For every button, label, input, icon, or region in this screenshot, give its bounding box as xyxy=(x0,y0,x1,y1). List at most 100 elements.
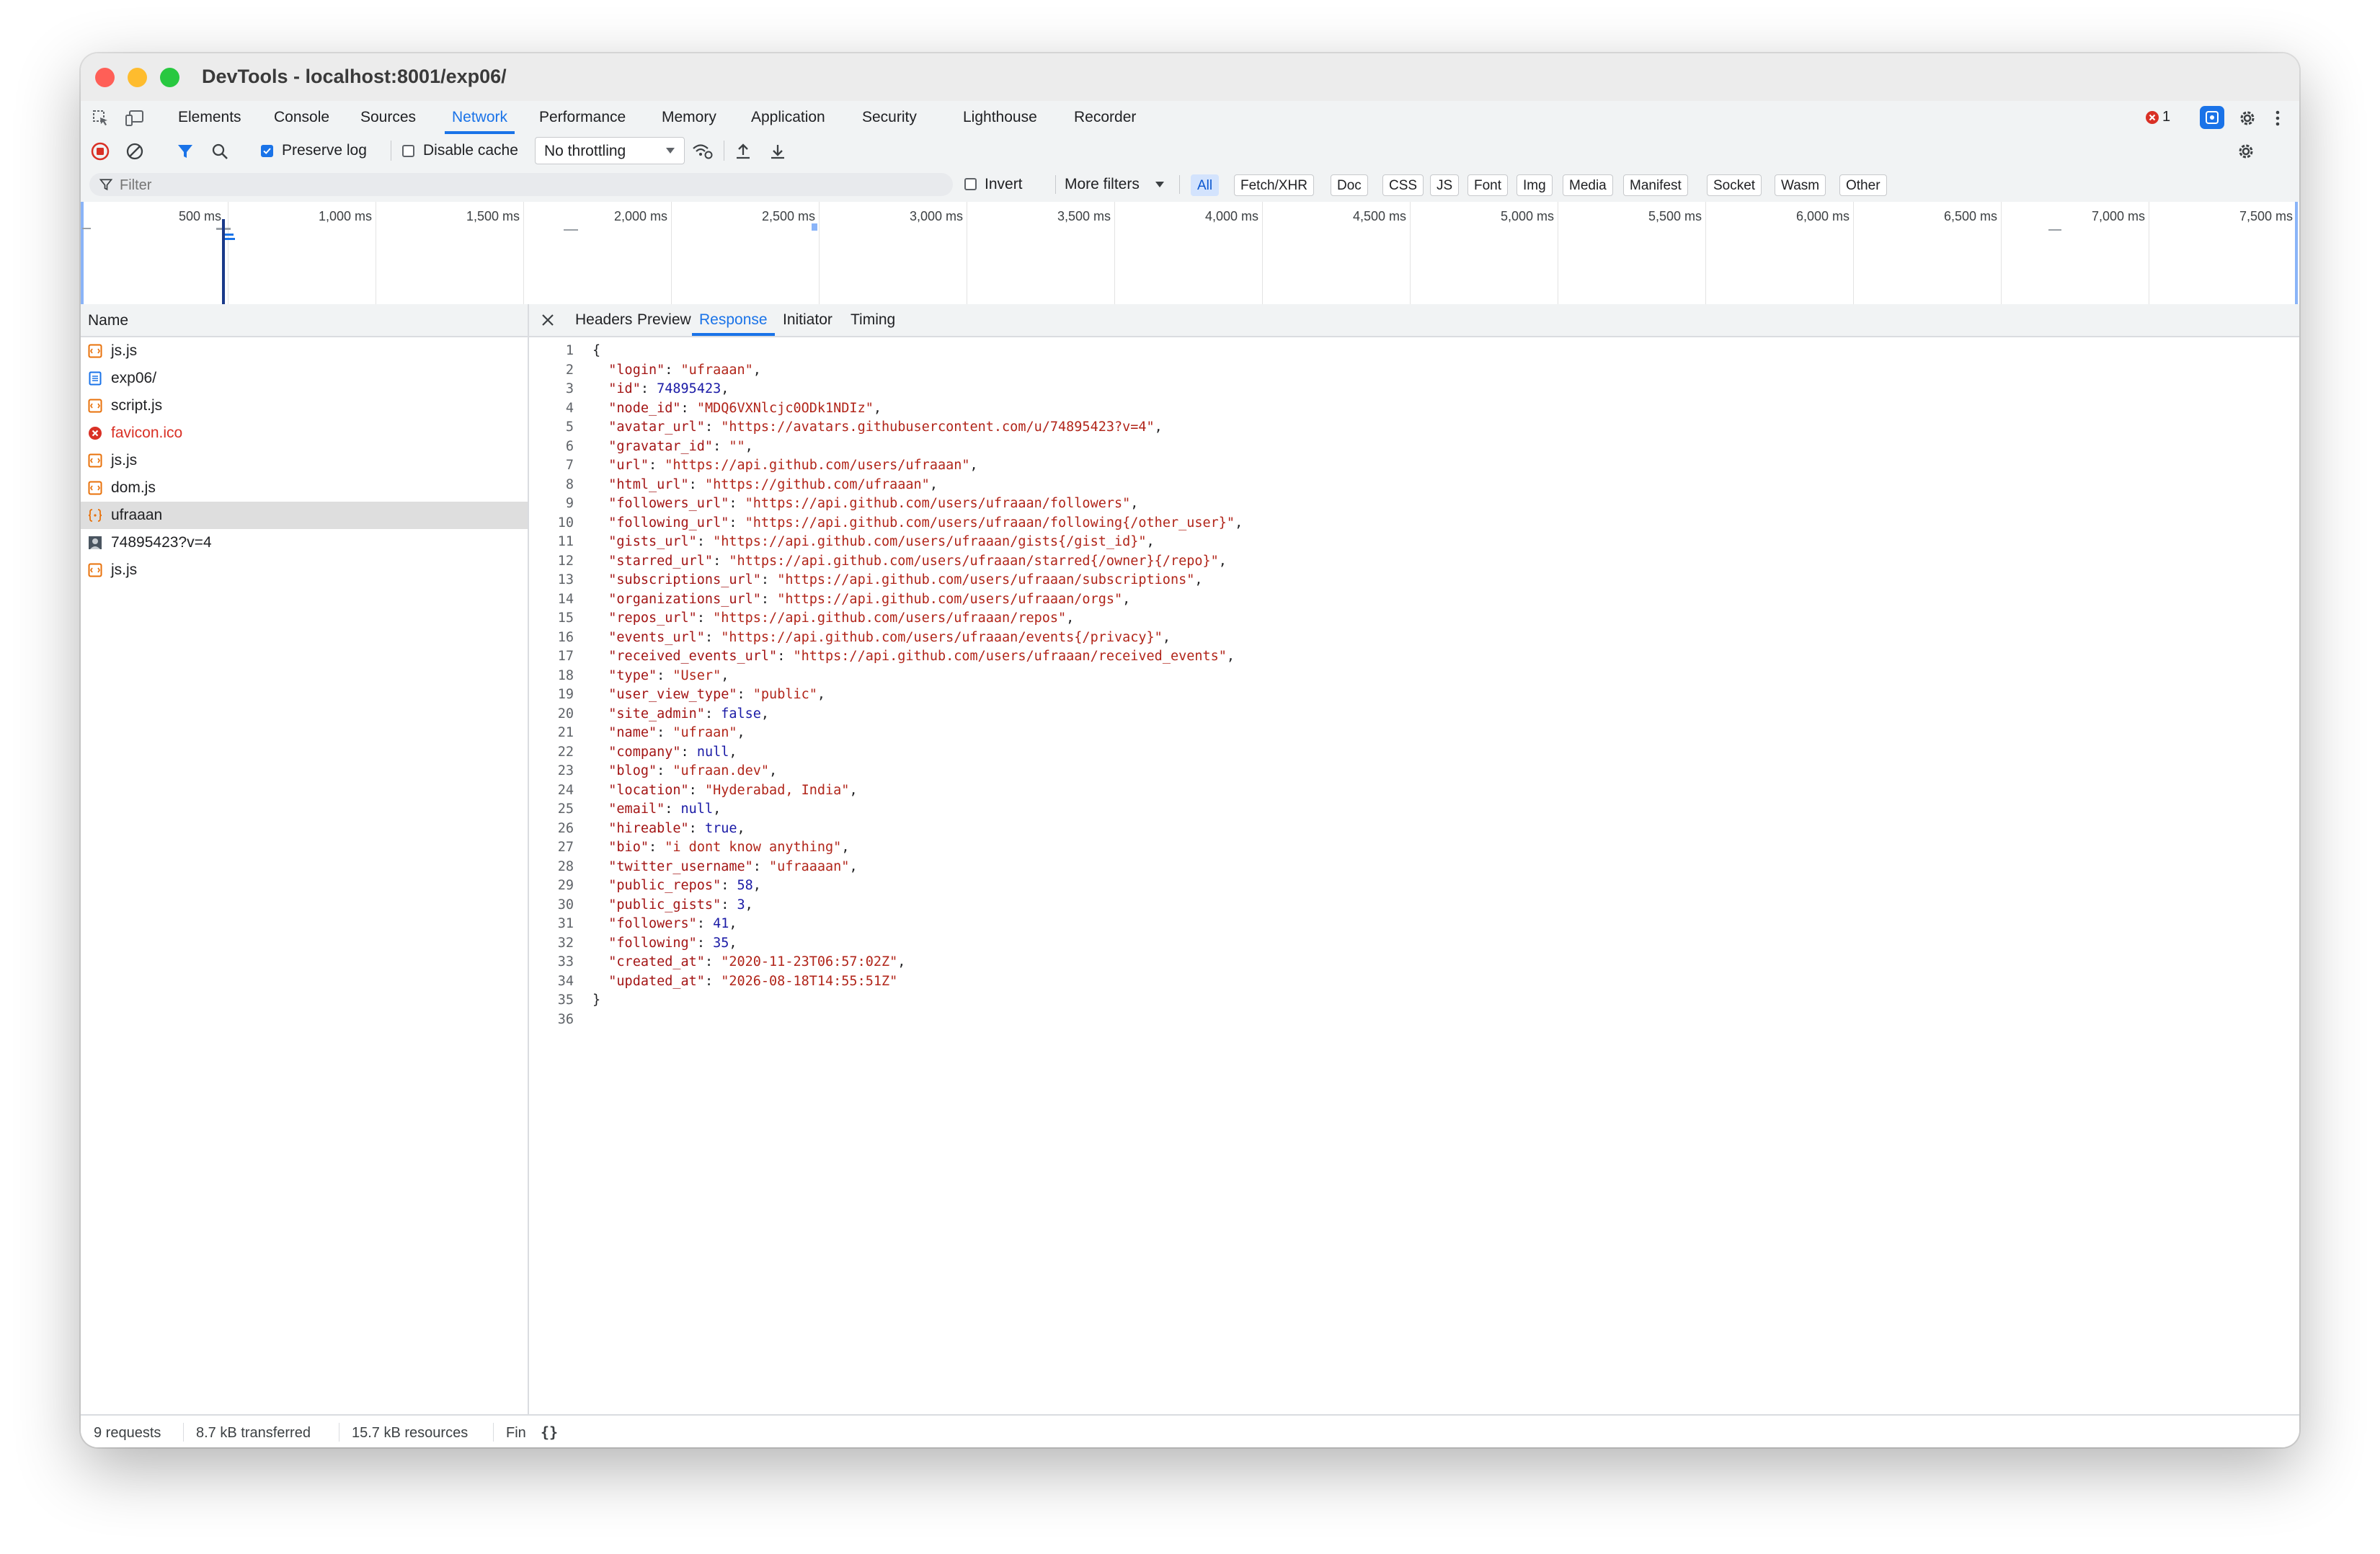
preserve-log-checkbox[interactable] xyxy=(261,145,273,157)
json-key: "following" xyxy=(608,936,697,951)
error-count[interactable]: 1 xyxy=(2162,109,2170,125)
transferred-size: 8.7 kB transferred xyxy=(196,1425,311,1441)
tab-sources[interactable]: Sources xyxy=(360,101,416,134)
type-filter-img[interactable]: Img xyxy=(1517,174,1553,196)
tab-console[interactable]: Console xyxy=(274,101,329,134)
ai-assistance-icon[interactable] xyxy=(2200,106,2224,129)
clear-log-icon[interactable] xyxy=(125,142,144,161)
device-toolbar-icon[interactable] xyxy=(124,108,146,128)
request-row[interactable]: dom.js xyxy=(81,474,528,502)
tab-lighthouse[interactable]: Lighthouse xyxy=(963,101,1037,134)
invert-checkbox[interactable] xyxy=(964,178,977,190)
json-value: "https://api.github.com/users/ufraaan" xyxy=(665,458,970,473)
line-number: 5 xyxy=(565,419,574,435)
line-number: 14 xyxy=(557,592,574,607)
timeline-tick-label: 6,000 ms xyxy=(1796,209,1850,223)
json-key: "user_view_type" xyxy=(608,687,737,702)
more-filters-button[interactable]: More filters xyxy=(1065,176,1140,193)
settings-gear-icon[interactable] xyxy=(2237,108,2257,128)
type-filter-css[interactable]: CSS xyxy=(1382,174,1424,196)
type-filter-socket[interactable]: Socket xyxy=(1707,174,1762,196)
json-value: "https://api.github.com/users/ufraaan/st… xyxy=(729,554,1219,569)
request-row[interactable]: script.js xyxy=(81,392,528,419)
stop-recording-icon[interactable] xyxy=(91,142,110,161)
invert-label[interactable]: Invert xyxy=(985,176,1023,193)
tab-network[interactable]: Network xyxy=(445,101,515,134)
line-number: 6 xyxy=(565,439,574,454)
request-row[interactable]: favicon.ico xyxy=(81,419,528,447)
json-value: "https://api.github.com/users/ufraaan/gi… xyxy=(713,534,1147,549)
search-icon[interactable] xyxy=(210,142,229,161)
type-filter-js[interactable]: JS xyxy=(1430,174,1460,196)
type-filter-doc[interactable]: Doc xyxy=(1331,174,1368,196)
line-number: 23 xyxy=(557,763,574,778)
tab-security[interactable]: Security xyxy=(862,101,917,134)
tab-memory[interactable]: Memory xyxy=(662,101,716,134)
export-har-icon[interactable] xyxy=(768,141,787,161)
detail-tab-timing[interactable]: Timing xyxy=(851,304,895,336)
close-icon[interactable] xyxy=(541,313,555,327)
json-value: 3 xyxy=(737,897,745,913)
timeline-selection-handle-left[interactable] xyxy=(81,202,84,304)
tab-application[interactable]: Application xyxy=(751,101,825,134)
more-options-icon[interactable] xyxy=(2272,108,2283,128)
request-list-panel: Name js.js exp06/ script.js favicon.ico … xyxy=(81,304,529,1414)
line-number: 19 xyxy=(557,687,574,702)
code-line: "site_admin": false, xyxy=(608,706,770,722)
detail-tab-initiator[interactable]: Initiator xyxy=(783,304,832,336)
tab-recorder[interactable]: Recorder xyxy=(1074,101,1136,134)
json-value: "2020-11-23T06:57:02Z" xyxy=(721,954,898,969)
code-line: "followers": 41, xyxy=(608,916,737,931)
timeline-gridline xyxy=(1853,202,1854,304)
error-icon xyxy=(88,426,102,440)
request-row-selected[interactable]: ufraaan xyxy=(81,502,528,529)
line-number: 7 xyxy=(565,458,574,473)
request-row[interactable]: js.js xyxy=(81,447,528,474)
pretty-print-braces-icon[interactable]: {} xyxy=(538,1423,561,1442)
tab-performance[interactable]: Performance xyxy=(539,101,626,134)
inspect-element-icon[interactable] xyxy=(91,108,111,128)
zoom-window-button[interactable] xyxy=(160,68,179,87)
type-filter-manifest[interactable]: Manifest xyxy=(1623,174,1688,196)
request-row[interactable]: 74895423?v=4 xyxy=(81,529,528,556)
error-icon[interactable] xyxy=(2145,110,2159,125)
code-line: "company": null, xyxy=(608,745,737,760)
request-row[interactable]: js.js xyxy=(81,337,528,365)
code-line: } xyxy=(592,993,601,1008)
detail-tab-response[interactable]: Response xyxy=(692,304,775,336)
request-row[interactable]: exp06/ xyxy=(81,365,528,392)
filter-input[interactable] xyxy=(118,175,943,195)
detail-tab-headers[interactable]: Headers xyxy=(575,304,632,336)
minimize-window-button[interactable] xyxy=(128,68,147,87)
line-number: 13 xyxy=(557,572,574,587)
network-settings-gear-icon[interactable] xyxy=(2236,141,2256,161)
filter-funnel-icon[interactable] xyxy=(176,142,195,161)
disable-cache-label[interactable]: Disable cache xyxy=(423,142,518,159)
type-filter-media[interactable]: Media xyxy=(1563,174,1613,196)
detail-tab-preview[interactable]: Preview xyxy=(637,304,691,336)
request-name: ufraaan xyxy=(111,507,163,523)
timeline-overview[interactable]: 500 ms 1,000 ms 1,500 ms 2,000 ms 2,500 … xyxy=(81,202,2299,306)
name-column-header[interactable]: Name xyxy=(81,304,528,337)
json-key: "site_admin" xyxy=(608,706,705,722)
timeline-selection-handle-right[interactable] xyxy=(2295,202,2298,304)
type-filter-other[interactable]: Other xyxy=(1839,174,1887,196)
type-filter-fetch-xhr[interactable]: Fetch/XHR xyxy=(1234,174,1314,196)
network-conditions-icon[interactable] xyxy=(691,141,714,161)
close-window-button[interactable] xyxy=(95,68,115,87)
code-line: "location": "Hyderabad, India", xyxy=(608,783,858,798)
disable-cache-checkbox[interactable] xyxy=(402,145,414,157)
tab-elements[interactable]: Elements xyxy=(178,101,241,134)
json-key: "id" xyxy=(608,381,641,396)
filter-input-box[interactable] xyxy=(89,173,953,196)
preserve-log-label[interactable]: Preserve log xyxy=(282,142,367,159)
type-filter-wasm[interactable]: Wasm xyxy=(1775,174,1826,196)
throttling-select[interactable]: No throttling xyxy=(535,137,685,164)
import-har-icon[interactable] xyxy=(734,141,752,161)
chevron-down-icon[interactable] xyxy=(1155,180,1165,189)
type-filter-font[interactable]: Font xyxy=(1467,174,1509,196)
type-filter-all[interactable]: All xyxy=(1191,174,1220,196)
request-name: js.js xyxy=(111,342,138,359)
request-row[interactable]: js.js xyxy=(81,556,528,584)
avatar-image-icon xyxy=(88,536,102,550)
